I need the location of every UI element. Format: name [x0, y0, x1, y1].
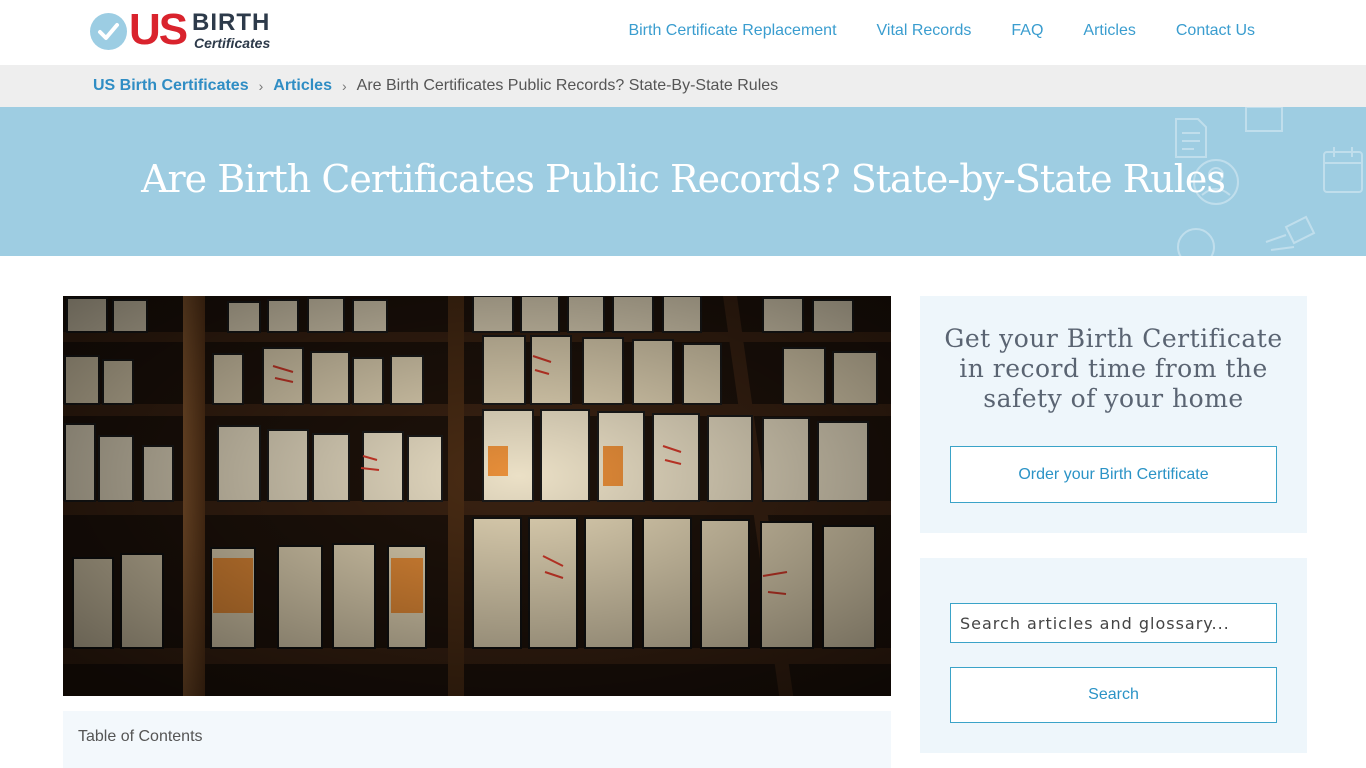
- search-button[interactable]: Search: [950, 667, 1277, 723]
- breadcrumb-current: Are Birth Certificates Public Records? S…: [356, 77, 779, 94]
- search-widget: Search: [920, 558, 1307, 753]
- search-input[interactable]: [950, 603, 1277, 643]
- logo-us-text: US: [129, 5, 188, 54]
- nav-link-articles[interactable]: Articles: [1083, 21, 1135, 41]
- breadcrumb-separator: ›: [258, 78, 264, 94]
- breadcrumb: US Birth Certificates › Articles › Are B…: [0, 65, 1366, 107]
- breadcrumb-home-link[interactable]: US Birth Certificates: [93, 76, 249, 96]
- nav-link-birth-certificate-replacement[interactable]: Birth Certificate Replacement: [628, 21, 836, 41]
- breadcrumb-articles-link[interactable]: Articles: [273, 76, 332, 96]
- nav-link-faq[interactable]: FAQ: [1011, 21, 1043, 41]
- site-header: US BIRTH Certificates Birth Certificate …: [0, 0, 1366, 65]
- page-title: Are Birth Certificates Public Records? S…: [141, 157, 1226, 201]
- order-birth-certificate-button[interactable]: Order your Birth Certificate: [950, 446, 1277, 503]
- breadcrumb-trail: US Birth Certificates › Articles › Are B…: [93, 76, 778, 96]
- table-of-contents[interactable]: Table of Contents: [63, 711, 891, 768]
- logo-birth-text: BIRTH: [192, 9, 271, 36]
- nav-link-contact-us[interactable]: Contact Us: [1176, 21, 1255, 41]
- order-promo-box: Get your Birth Certificate in record tim…: [920, 296, 1307, 533]
- toc-title: Table of Contents: [78, 728, 203, 745]
- promo-text: Get your Birth Certificate in record tim…: [944, 324, 1283, 413]
- archive-shelves-illustration: [63, 296, 891, 696]
- breadcrumb-separator: ›: [341, 78, 347, 94]
- main-nav: Birth Certificate Replacement Vital Reco…: [628, 21, 1255, 41]
- logo-certificates-text: Certificates: [194, 35, 271, 51]
- hero-banner: Are Birth Certificates Public Records? S…: [0, 107, 1366, 256]
- nav-link-vital-records[interactable]: Vital Records: [877, 21, 972, 41]
- article-hero-image: [63, 296, 891, 696]
- check-circle-icon: [90, 13, 127, 50]
- site-logo[interactable]: US BIRTH Certificates: [90, 5, 275, 54]
